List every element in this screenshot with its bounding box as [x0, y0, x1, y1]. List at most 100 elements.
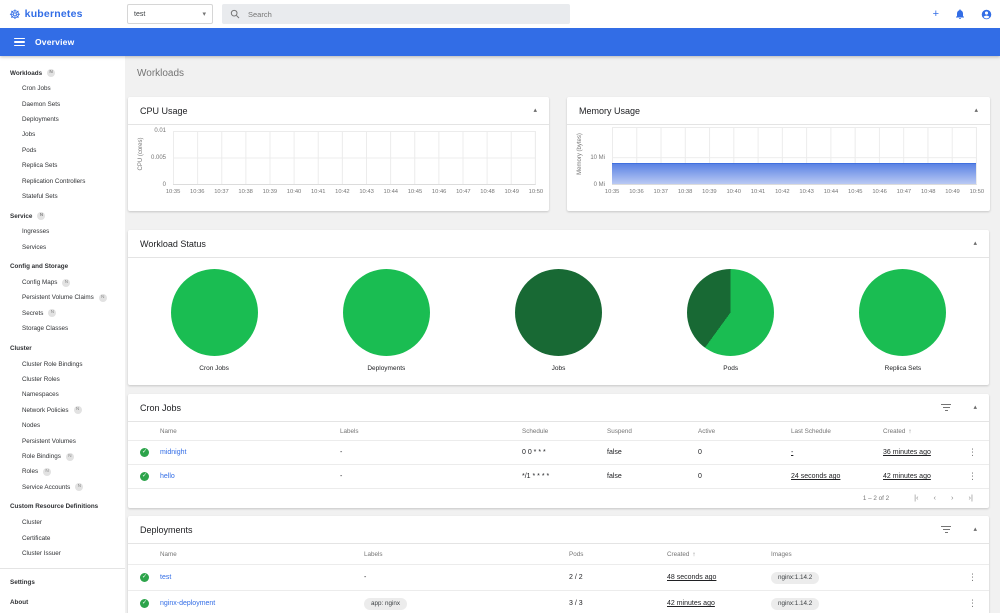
cpu-y-axis-label: CPU (cores)	[138, 137, 144, 171]
filter-icon[interactable]	[941, 404, 952, 411]
sidebar-nav-entry[interactable]: Workloads N	[0, 65, 125, 81]
pagination-range-label: 1 – 2 of 2	[862, 494, 890, 502]
sidebar-nav-entry[interactable]: Services	[0, 240, 125, 255]
x-axis-tick-label: 10:41	[750, 189, 766, 195]
cron-jobs-pie-wrap: Cron Jobs	[128, 269, 300, 385]
pagination-prev-page-icon[interactable]: ‹	[934, 494, 937, 502]
sidebar-nav-entry[interactable]: Roles N	[0, 464, 125, 479]
user-account-icon[interactable]	[981, 9, 992, 20]
deployment-name-link[interactable]: test	[160, 574, 364, 581]
column-header-name[interactable]: Name	[160, 428, 340, 435]
sidebar-nav-entry[interactable]: Deployments	[0, 112, 125, 127]
sidebar-footer-entry[interactable]: Settings	[0, 574, 125, 590]
sidebar-nav-entry[interactable]: Daemon Sets	[0, 96, 125, 111]
deployment-name-link[interactable]: nginx-deployment	[160, 600, 364, 607]
row-actions-kebab-icon[interactable]: ⋮	[959, 471, 977, 482]
sidebar-nav-entry[interactable]: Pods	[0, 143, 125, 158]
sidebar-entry-label: Pods	[22, 146, 37, 154]
sidebar-nav-entry[interactable]: Custom Resource Definitions	[0, 499, 125, 515]
search-input[interactable]	[248, 9, 562, 19]
sidebar-nav-entry[interactable]: Storage Classes	[0, 321, 125, 336]
sidebar-nav-entry[interactable]: Secrets N	[0, 306, 125, 321]
collapse-caret-icon[interactable]: ▴	[533, 107, 537, 114]
namespaced-badge: N	[73, 406, 82, 415]
column-header-labels[interactable]: Labels	[340, 428, 522, 435]
deployment-row: ✓ nginx-deployment app: nginx 3 / 3 42 m…	[128, 590, 989, 613]
cron-jobs-table-header: Name Labels Schedule Suspend Active Last…	[128, 422, 989, 440]
sidebar-nav-entry[interactable]: Cluster Roles	[0, 372, 125, 387]
column-header-last-schedule[interactable]: Last Schedule	[791, 428, 883, 435]
column-header-labels[interactable]: Labels	[364, 551, 569, 558]
cron-job-name-link[interactable]: midnight	[160, 449, 340, 456]
column-header-suspend[interactable]: Suspend	[607, 428, 698, 435]
sidebar-nav-entry[interactable]: Nodes	[0, 418, 125, 433]
filter-icon[interactable]	[941, 526, 952, 533]
cron-job-schedule: */1 * * * *	[522, 473, 550, 480]
cron-job-active: 0	[698, 473, 702, 480]
collapse-caret-icon[interactable]: ▴	[973, 526, 977, 533]
sidebar-entry-label: Secrets	[22, 309, 44, 317]
column-header-created[interactable]: Created ↑	[667, 551, 771, 558]
sidebar-entry-label: Settings	[10, 578, 35, 586]
collapse-caret-icon[interactable]: ▴	[973, 240, 977, 247]
sidebar-nav-entry[interactable]: Namespaces	[0, 387, 125, 402]
sidebar-nav-entry[interactable]: Cluster	[0, 340, 125, 356]
namespace-selector[interactable]: test ▾	[127, 4, 213, 24]
cron-job-created: 42 minutes ago	[883, 473, 931, 480]
collapse-caret-icon[interactable]: ▴	[973, 404, 977, 411]
row-actions-kebab-icon[interactable]: ⋮	[959, 447, 977, 458]
brand-name: kubernetes	[24, 8, 83, 20]
sidebar-nav-entry[interactable]: Network Policies N	[0, 403, 125, 418]
sidebar-entry-label: Services	[22, 243, 47, 251]
x-axis-tick-label: 10:47	[456, 189, 471, 195]
sidebar-nav-entry[interactable]: Role Bindings N	[0, 449, 125, 464]
row-actions-kebab-icon[interactable]: ⋮	[959, 598, 977, 609]
sidebar-nav-entry[interactable]: Certificate	[0, 530, 125, 545]
row-actions-kebab-icon[interactable]: ⋮	[959, 572, 977, 583]
pagination-next-page-icon[interactable]: ›	[951, 494, 954, 502]
sidebar-nav-entry[interactable]: Stateful Sets	[0, 189, 125, 204]
sidebar-footer-entry[interactable]: About	[0, 594, 125, 610]
deployments-pie-chart	[342, 269, 430, 356]
sidebar-entry-label: Network Policies	[22, 406, 69, 414]
pagination-first-page-icon[interactable]: |‹	[914, 494, 918, 502]
sidebar-nav-entry[interactable]: Cluster	[0, 515, 125, 530]
sidebar-nav-entry[interactable]: Cluster Role Bindings	[0, 356, 125, 371]
sidebar-nav-entry[interactable]: Jobs	[0, 127, 125, 142]
sidebar-nav-entry[interactable]: Ingresses	[0, 224, 125, 239]
sidebar-nav-entry[interactable]: Config and Storage	[0, 259, 125, 275]
brand: ☸ kubernetes	[9, 0, 83, 28]
cron-job-suspend: false	[607, 473, 622, 480]
sidebar-entry-label: Config Maps	[22, 279, 58, 287]
sidebar-nav-entry[interactable]: Persistent Volumes	[0, 433, 125, 448]
column-header-schedule[interactable]: Schedule	[522, 428, 607, 435]
memory-chart-plot	[612, 127, 977, 185]
column-header-images[interactable]: Images	[771, 551, 959, 558]
cron-job-name-link[interactable]: hello	[160, 473, 340, 480]
column-header-created[interactable]: Created ↑	[883, 428, 959, 435]
notifications-bell-icon[interactable]	[955, 8, 965, 20]
menu-hamburger-icon[interactable]	[14, 38, 25, 46]
sidebar-nav-entry[interactable]: Service Accounts N	[0, 480, 125, 495]
column-header-name[interactable]: Name	[160, 551, 364, 558]
pagination-last-page-icon[interactable]: ›|	[969, 494, 973, 502]
sidebar-nav-entry[interactable]: Persistent Volume Claims N	[0, 290, 125, 305]
column-header-pods[interactable]: Pods	[569, 551, 667, 558]
create-resource-icon[interactable]: +	[933, 8, 939, 20]
collapse-caret-icon[interactable]: ▴	[974, 107, 978, 114]
sidebar-nav-entry[interactable]: Replication Controllers	[0, 173, 125, 188]
sidebar-nav-list: Workloads N Cron Jobs Daemon Sets Deploy…	[0, 65, 125, 561]
sidebar-entry-label: Roles	[22, 468, 39, 476]
x-axis-tick-label: 10:42	[335, 189, 350, 195]
search-box	[222, 4, 570, 24]
deployments-card-header: Deployments ▴	[128, 516, 989, 544]
deployment-labels: -	[364, 574, 367, 581]
main-content: Workloads CPU Usage ▴ CPU (cores) 0.01 0…	[125, 56, 1000, 613]
sidebar-nav-entry[interactable]: Cron Jobs	[0, 81, 125, 96]
sidebar-nav-entry[interactable]: Cluster Issuer	[0, 546, 125, 561]
sidebar-nav-entry[interactable]: Config Maps N	[0, 275, 125, 290]
column-header-active[interactable]: Active	[698, 428, 791, 435]
sidebar-nav-entry[interactable]: Replica Sets	[0, 158, 125, 173]
y-tick: 0	[162, 182, 166, 188]
sidebar-nav-entry[interactable]: Service N	[0, 208, 125, 224]
